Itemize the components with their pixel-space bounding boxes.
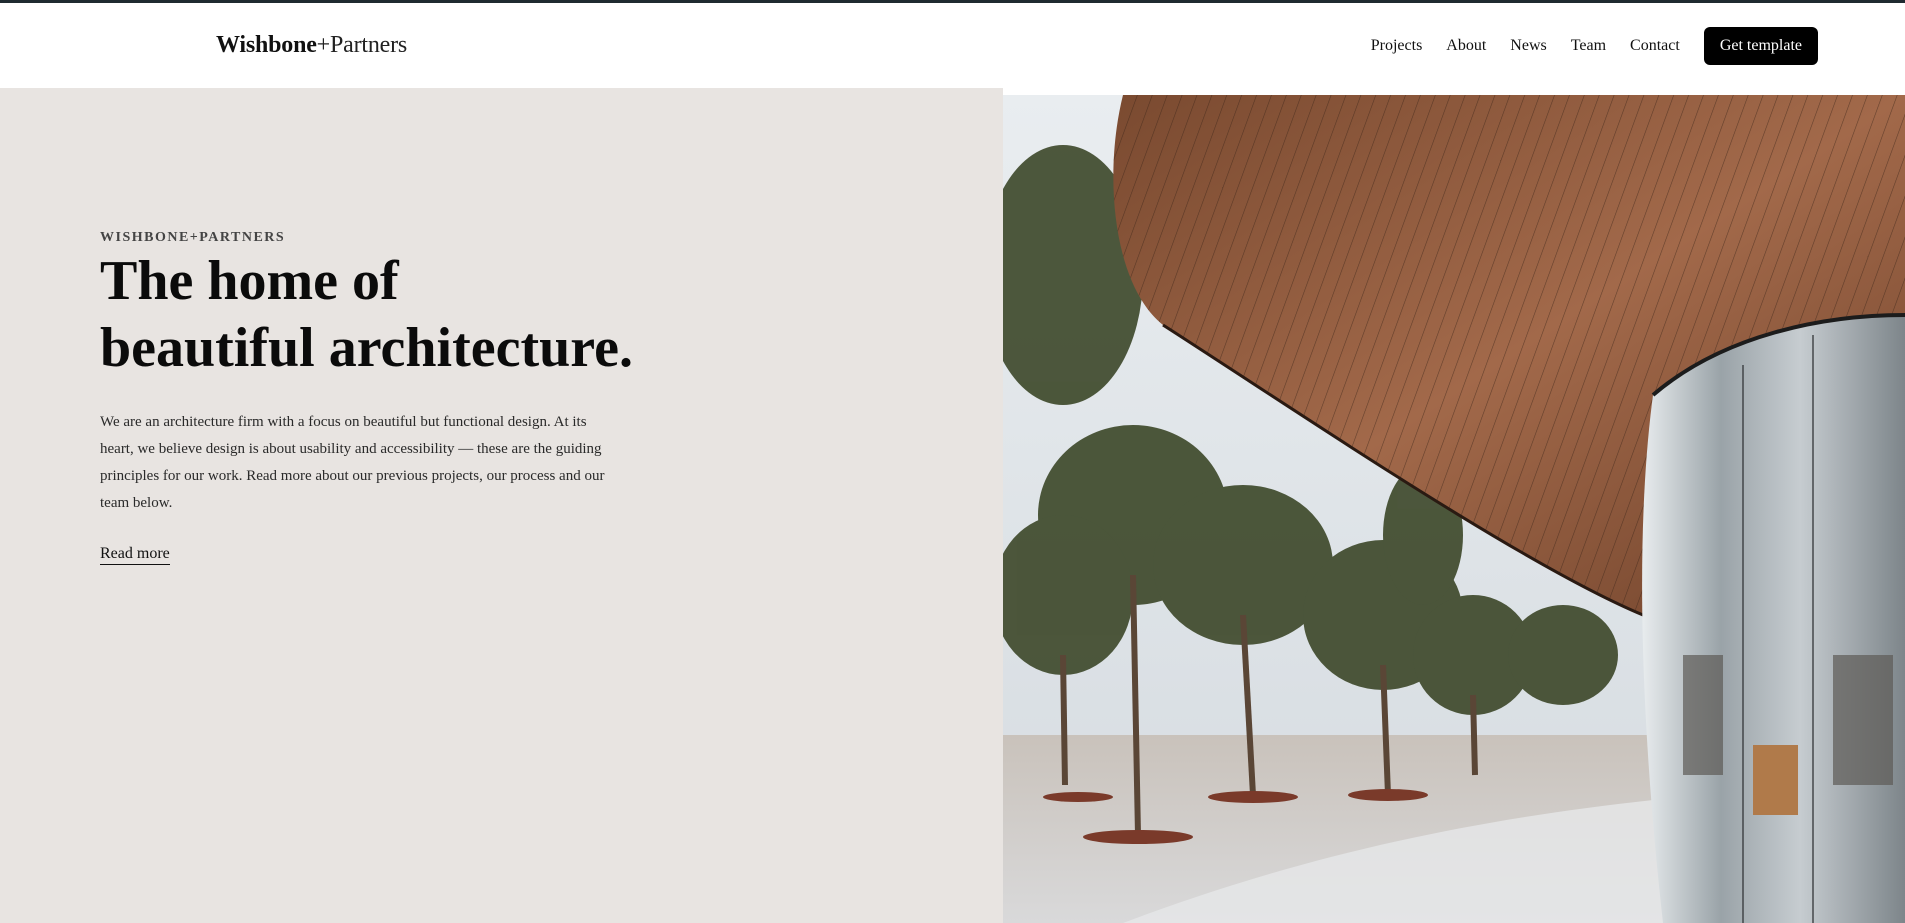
main-nav: Projects About News Team Contact Get tem… <box>1371 27 1842 65</box>
hero-description: We are an architecture firm with a focus… <box>100 414 605 511</box>
headline-line-1: The home of <box>100 250 399 312</box>
headline-line-2: beautiful architecture. <box>100 317 633 379</box>
hero-photo <box>1003 95 1905 923</box>
get-template-button[interactable]: Get template <box>1703 27 1818 65</box>
hero-headline: The home of beautiful architecture. <box>100 248 720 382</box>
hero-eyebrow: WISHBONE+PARTNERS <box>100 230 286 245</box>
brand-logo[interactable]: Wishbone+Partners <box>216 32 407 59</box>
nav-projects[interactable]: Projects <box>1371 37 1423 55</box>
site-header: Wishbone+Partners Projects About News Te… <box>0 3 1905 88</box>
nav-about[interactable]: About <box>1446 37 1486 55</box>
nav-news[interactable]: News <box>1510 37 1546 55</box>
read-more-link[interactable]: Read more <box>100 545 170 565</box>
nav-team[interactable]: Team <box>1571 37 1606 55</box>
nav-contact[interactable]: Contact <box>1630 37 1680 55</box>
